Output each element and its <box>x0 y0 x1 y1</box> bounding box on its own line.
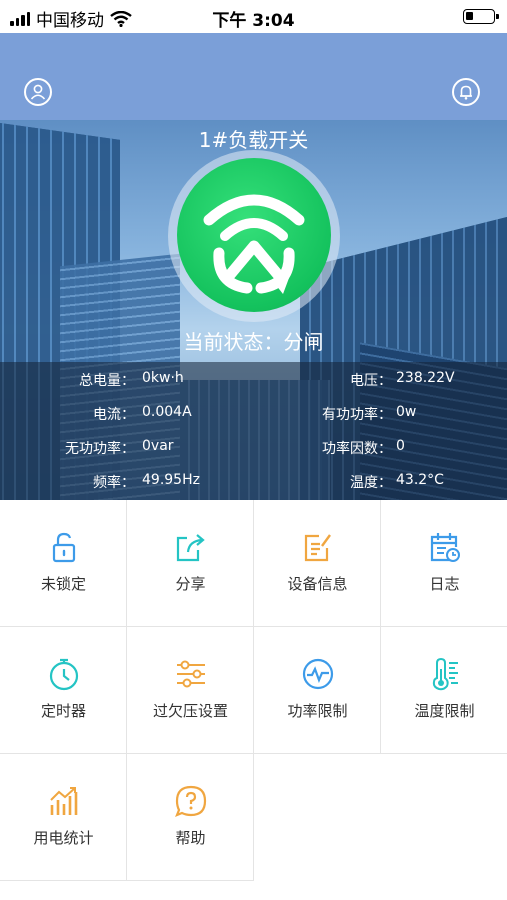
status-bar: 中国移动 下午 3:04 <box>0 0 507 33</box>
menu-label: 设备信息 <box>287 575 348 593</box>
current-label: 电流： <box>93 407 135 423</box>
current-state: 当前状态：分闸 <box>0 326 507 355</box>
frequency-label: 频率： <box>93 475 135 491</box>
stats-row: 频率： 49.95Hz 温度： 43.2°C <box>0 464 507 498</box>
total-energy-label: 总电量： <box>79 373 135 389</box>
menu-label: 分享 <box>175 575 206 593</box>
menu-item-log[interactable]: 日志 <box>381 500 507 627</box>
measurements-panel: 总电量： 0kw·h 电压： 238.22V 电流： 0.004A 有功功率： … <box>0 362 507 500</box>
menu-label: 功率限制 <box>287 702 348 720</box>
temperature-label: 温度： <box>350 475 392 491</box>
menu-item-timer[interactable]: 定时器 <box>0 627 127 754</box>
thermometer-icon <box>432 657 458 691</box>
user-icon <box>30 84 46 100</box>
menu-label: 用电统计 <box>33 829 94 847</box>
power-factor-value: 0 <box>396 438 405 454</box>
voltage-settings-icon <box>177 660 205 688</box>
menu-item-power-limit[interactable]: 功率限制 <box>254 627 381 754</box>
menu-item-statistics[interactable]: 用电统计 <box>0 754 127 881</box>
power-limit-icon <box>302 658 334 690</box>
reactive-power-label: 无功功率： <box>65 441 135 457</box>
unlock-icon <box>52 532 76 563</box>
stats-row: 无功功率： 0var 功率因数： 0 <box>0 430 507 464</box>
log-calendar-icon <box>430 533 460 562</box>
total-energy-value: 0kw·h <box>142 370 184 386</box>
share-icon <box>176 534 205 562</box>
device-info-icon <box>304 534 331 562</box>
device-panel: 1#负载开关 当前状态：分闸 总电量： 0kw·h 电压： 238.22V 电流… <box>0 120 507 500</box>
active-power-value: 0w <box>396 404 417 420</box>
menu-item-voltage-settings[interactable]: 过欠压设置 <box>127 627 254 754</box>
stats-row: 电流： 0.004A 有功功率： 0w <box>0 396 507 430</box>
menu-label: 定时器 <box>40 702 86 720</box>
frequency-value: 49.95Hz <box>142 472 200 488</box>
menu-label: 帮助 <box>175 829 206 847</box>
menu-item-share[interactable]: 分享 <box>127 500 254 627</box>
reactive-power-value: 0var <box>142 438 174 454</box>
device-title: 1#负载开关 <box>198 128 309 152</box>
notifications-button[interactable] <box>452 78 480 106</box>
menu-label: 日志 <box>429 575 460 593</box>
stats-row: 总电量： 0kw·h 电压： 238.22V <box>0 362 507 396</box>
voltage-value: 238.22V <box>396 370 455 386</box>
voltage-label: 电压： <box>350 373 392 389</box>
clock: 下午 3:04 <box>212 11 295 31</box>
menu-item-help[interactable]: 帮助 <box>127 754 254 881</box>
active-power-label: 有功功率： <box>322 407 392 423</box>
menu-item-lock[interactable]: 未锁定 <box>0 500 127 627</box>
state-label: 当前状态： <box>183 330 284 354</box>
statistics-icon <box>50 787 78 815</box>
switch-toggle-button[interactable] <box>177 158 331 312</box>
temperature-value: 43.2°C <box>396 472 444 488</box>
help-icon <box>175 785 207 817</box>
timer-icon <box>49 658 79 691</box>
power-factor-label: 功率因数： <box>322 441 392 457</box>
menu-label: 过欠压设置 <box>152 702 228 720</box>
current-value: 0.004A <box>142 404 192 420</box>
menu-label: 温度限制 <box>414 702 475 720</box>
menu-label: 未锁定 <box>40 575 86 593</box>
wifi-switch-logo-icon <box>203 194 305 294</box>
top-nav-bar <box>0 33 507 120</box>
state-value: 分闸 <box>283 330 324 354</box>
bell-icon <box>460 85 472 100</box>
battery-icon <box>463 9 499 24</box>
menu-item-device-info[interactable]: 设备信息 <box>254 500 381 627</box>
menu-item-temperature-limit[interactable]: 温度限制 <box>381 627 507 754</box>
user-profile-button[interactable] <box>24 78 52 106</box>
